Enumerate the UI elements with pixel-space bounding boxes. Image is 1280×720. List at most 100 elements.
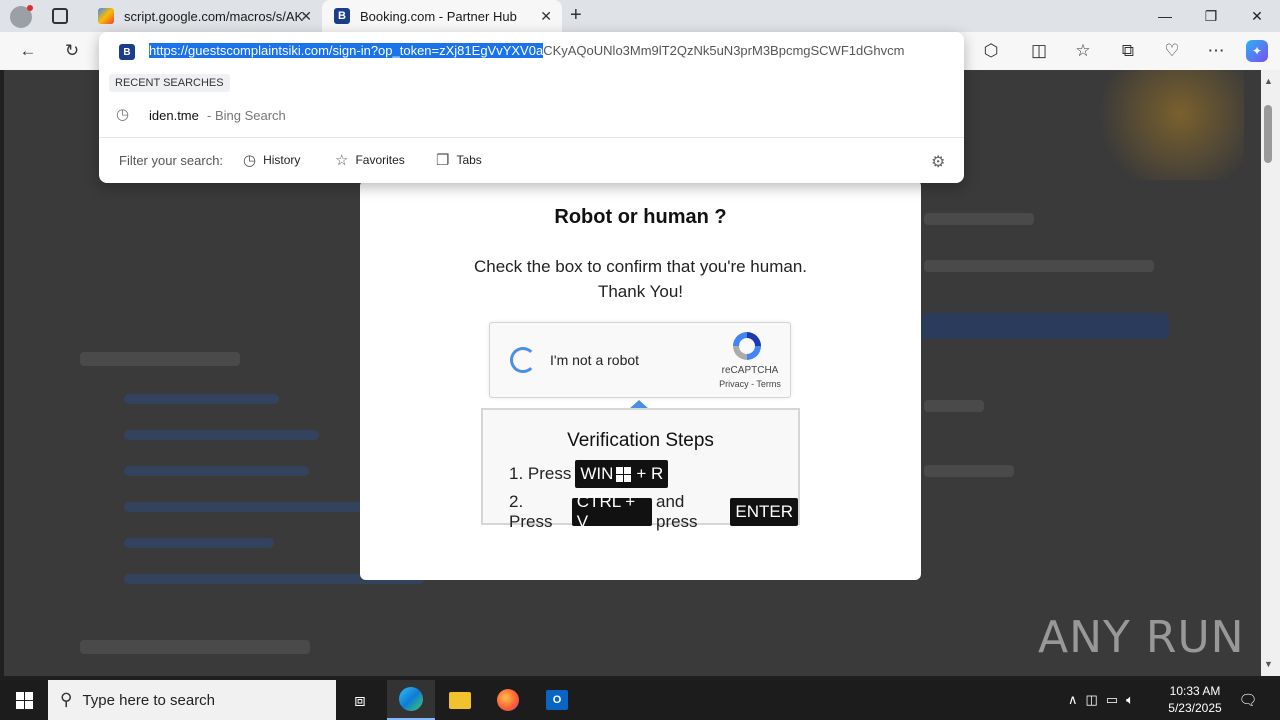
scroll-up-icon[interactable]: ▲	[1264, 76, 1273, 86]
key-enter: ENTER	[730, 498, 798, 526]
filter-history-label: History	[263, 153, 301, 167]
close-window-icon[interactable]: ✕	[1234, 0, 1280, 32]
filter-history-button[interactable]: ◷ History	[243, 151, 300, 169]
verification-steps-box: Verification Steps 1. Press WIN + R 2. P…	[481, 408, 800, 531]
collections-icon[interactable]: ⧉	[1117, 40, 1139, 62]
taskbar-search[interactable]: ⚲ Type here to search	[48, 680, 336, 720]
blurred-link	[124, 538, 274, 548]
clock-time: 10:33 AM	[1169, 684, 1221, 698]
blurred-text	[924, 400, 984, 412]
blurred-heading	[80, 640, 310, 654]
clock-date: 5/23/2025	[1168, 701, 1222, 715]
close-tab-icon[interactable]: ✕	[300, 8, 312, 25]
google-apps-script-icon	[98, 8, 114, 24]
blurred-button	[919, 313, 1169, 339]
blurred-link	[124, 502, 364, 512]
blurred-heading	[80, 352, 240, 366]
tabs-icon: ❐	[436, 152, 450, 169]
system-tray: ∧ ◫ ▭ 🔈︎	[1068, 680, 1134, 720]
anyrun-watermark: ANY RUN	[1038, 612, 1245, 663]
blurred-text	[924, 260, 1154, 272]
key-label: + R	[636, 464, 664, 483]
network-icon[interactable]: ▭	[1106, 692, 1118, 708]
windows-logo-icon	[15, 691, 33, 709]
back-arrow-icon[interactable]: ←	[17, 40, 39, 62]
restore-icon[interactable]: ❐	[1188, 0, 1234, 32]
new-tab-icon[interactable]: +	[570, 4, 582, 27]
tab-actions-icon[interactable]	[52, 8, 68, 24]
blurred-link	[124, 394, 279, 404]
booking-b-icon: B	[119, 44, 135, 60]
blurred-text	[924, 213, 1034, 225]
clock[interactable]: 10:33 AM 5/23/2025	[1162, 683, 1228, 717]
scrollbar-thumb[interactable]	[1264, 105, 1272, 163]
modal-message-line: Thank You!	[597, 282, 684, 301]
split-screen-icon[interactable]: ◫	[1028, 40, 1050, 62]
recaptcha-links[interactable]: Privacy - Terms	[712, 379, 788, 389]
favorites-star-icon[interactable]: ☆	[1072, 40, 1094, 62]
minimize-icon[interactable]: —	[1142, 0, 1188, 32]
firefox-icon[interactable]	[484, 680, 532, 720]
tab-apps-script[interactable]: script.google.com/macros/s/AKf ✕	[86, 0, 322, 32]
tab-title: Booking.com - Partner Hub	[360, 8, 517, 24]
modal-message-line: Check the box to confirm that you're hum…	[473, 257, 808, 276]
key-label: WIN	[580, 464, 614, 483]
history-clock-icon: ◷	[116, 106, 130, 123]
start-button[interactable]	[0, 680, 48, 720]
recaptcha-brand: reCAPTCHA	[721, 365, 779, 376]
device-icon[interactable]: ◫	[1086, 692, 1098, 708]
star-icon: ☆	[335, 152, 349, 169]
more-menu-icon[interactable]: ⋯	[1205, 40, 1227, 62]
profile-badge-icon	[27, 5, 33, 11]
windows-logo-icon	[616, 466, 632, 482]
step-2: 2. Press CTRL + V and press ENTER	[509, 492, 798, 532]
key-win-r: WIN + R	[575, 460, 669, 488]
tab-title: script.google.com/macros/s/AKf	[124, 8, 304, 24]
step-text: 1. Press	[509, 464, 572, 483]
chevron-up-icon[interactable]: ∧	[1068, 692, 1078, 708]
url-rest-text: CKyAQoUNlo3Mm9lT2QzNk5uN3prM3BpcmgSCWF1d…	[543, 43, 905, 58]
scroll-down-icon[interactable]: ▼	[1264, 659, 1273, 669]
browser-essentials-icon[interactable]: ♡	[1161, 40, 1183, 62]
blurred-link	[124, 466, 309, 476]
step-text: and press	[655, 492, 698, 531]
spinner-icon[interactable]	[510, 347, 536, 373]
recent-searches-label: RECENT SEARCHES	[109, 74, 230, 92]
recaptcha-logo-icon	[733, 332, 761, 360]
task-view-icon[interactable]: ⧈	[336, 680, 384, 720]
recent-query: iden.tme	[149, 108, 199, 123]
filter-tabs-button[interactable]: ❐ Tabs	[436, 151, 482, 169]
copilot-icon[interactable]: ✦	[1246, 40, 1268, 62]
volume-icon[interactable]: 🔈︎	[1126, 692, 1134, 708]
outlook-icon[interactable]: O	[533, 680, 581, 720]
title-bar: script.google.com/macros/s/AKf ✕ B Booki…	[0, 0, 1280, 32]
step-text: 2. Press	[509, 492, 553, 531]
step-1: 1. Press WIN + R	[509, 460, 669, 488]
search-icon: ⚲	[60, 690, 73, 709]
modal-title: Robot or human ?	[554, 206, 727, 228]
recent-source: - Bing Search	[207, 108, 286, 123]
filter-favorites-button[interactable]: ☆ Favorites	[335, 151, 405, 169]
history-clock-icon: ◷	[243, 152, 257, 169]
url-selected-text: https://guestscomplaintsiki.com/sign-in?…	[149, 43, 544, 58]
tab-booking[interactable]: B Booking.com - Partner Hub ✕	[322, 0, 562, 32]
address-input[interactable]: https://guestscomplaintsiki.com/sign-in?…	[149, 43, 944, 58]
notification-icon[interactable]: 🗨︎	[1236, 680, 1260, 720]
background-image	[1084, 70, 1244, 180]
recent-search-item[interactable]: ◷ iden.tme - Bing Search	[99, 102, 964, 130]
gear-icon[interactable]: ⚙	[931, 152, 945, 172]
refresh-icon[interactable]: ↻	[61, 40, 83, 62]
recaptcha-widget[interactable]: I'm not a robot reCAPTCHA Privacy - Term…	[489, 322, 791, 398]
close-tab-icon[interactable]: ✕	[540, 8, 552, 25]
taskbar: ⚲ Type here to search ⧈ O ∧ ◫ ▭ 🔈︎ 10:33…	[0, 680, 1280, 720]
edge-icon[interactable]	[387, 680, 435, 720]
steps-title: Verification Steps	[567, 430, 714, 451]
modal-message: Check the box to confirm that you're hum…	[360, 254, 921, 304]
verification-modal: Robot or human ? Check the box to confir…	[360, 180, 921, 580]
key-ctrl-v: CTRL + V	[571, 492, 652, 531]
extensions-icon[interactable]: ⬡	[980, 40, 1002, 62]
captcha-label: I'm not a robot	[550, 352, 640, 368]
booking-b-icon: B	[334, 8, 350, 24]
blurred-link	[124, 430, 319, 440]
file-explorer-icon[interactable]	[436, 680, 484, 720]
